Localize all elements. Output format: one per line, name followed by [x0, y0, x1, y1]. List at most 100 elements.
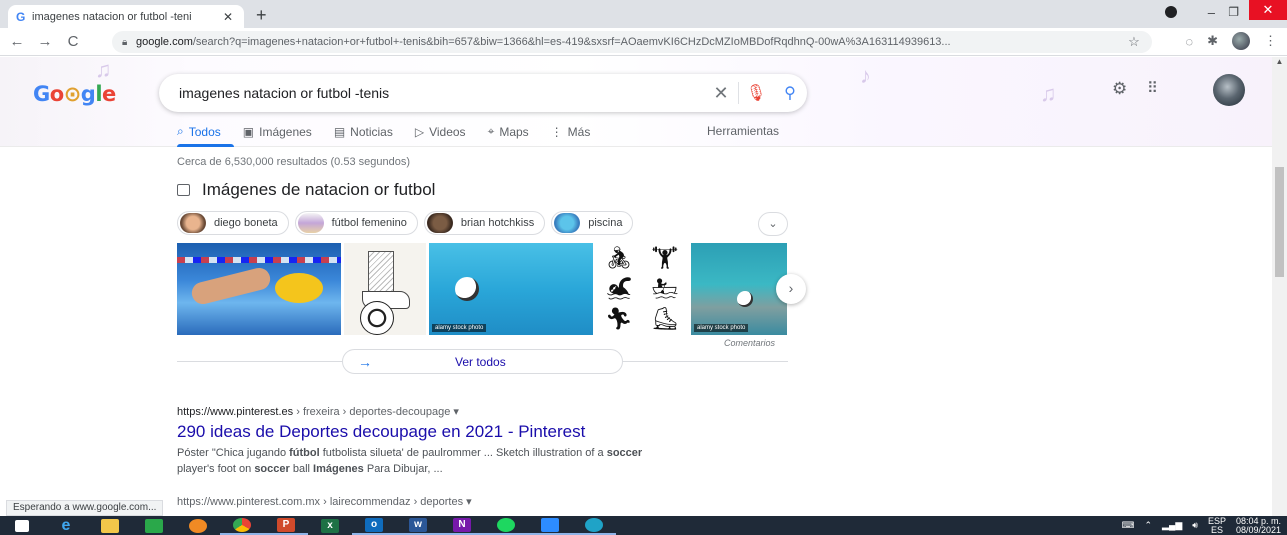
minimize-icon[interactable]: –: [1208, 2, 1215, 22]
address-bar[interactable]: 🔒︎ google.com /search?q=imagenes+natacio…: [112, 31, 1152, 53]
snippet-text: ball: [289, 463, 314, 475]
feedback-link[interactable]: Comentarios: [724, 338, 775, 348]
chip-thumbnail: [426, 213, 453, 233]
image-icon: [177, 184, 190, 196]
result-title-link[interactable]: 290 ideas de Deportes decoupage en 2021 …: [177, 422, 585, 442]
expand-chips-chevron-icon[interactable]: ⌄: [758, 212, 788, 236]
lang-sub: ES: [1210, 524, 1223, 535]
spotify-glyph: [497, 517, 515, 532]
news-icon: ▤: [333, 124, 346, 139]
apps-grid-icon[interactable]: ⠿: [1147, 79, 1158, 97]
see-all-images-button[interactable]: → Ver todos: [342, 349, 623, 374]
chrome-menu-icon[interactable]: ⋮: [1264, 33, 1277, 49]
settings-gear-icon[interactable]: ⚙: [1112, 79, 1127, 99]
onenote-icon[interactable]: N: [440, 516, 484, 535]
reload-icon[interactable]: C: [62, 33, 84, 50]
search-icon[interactable]: ⚲: [773, 83, 807, 103]
folder-glyph: [101, 518, 119, 533]
tools-button[interactable]: Herramientas: [707, 124, 779, 138]
tab-videos[interactable]: ▷ Videos: [415, 124, 466, 139]
clock[interactable]: 08:04 p. m. 08/09/2021: [1236, 516, 1281, 535]
tab-mas[interactable]: ⋮ Más: [551, 124, 591, 139]
logo-letter: o: [49, 82, 64, 106]
google-logo[interactable]: Go⊙gle: [33, 82, 116, 106]
scroll-thumb[interactable]: [1275, 167, 1284, 277]
tab-close-icon[interactable]: ✕: [220, 10, 236, 24]
result2-cite[interactable]: https://www.pinterest.com.mx › lairecomm…: [177, 495, 472, 508]
word-glyph: w: [409, 517, 427, 532]
logo-letter: e: [102, 82, 116, 106]
snippet-bold: Imágenes: [313, 463, 364, 475]
word-icon[interactable]: w: [396, 516, 440, 535]
image-swimmer[interactable]: [177, 243, 341, 335]
network-icon[interactable]: ▂▄▆: [1162, 520, 1182, 531]
tab-label: Maps: [499, 124, 529, 139]
new-tab-icon[interactable]: +: [256, 5, 267, 26]
excel-icon[interactable]: x: [308, 516, 352, 535]
result-stats: Cerca de 6,530,000 resultados (0.53 segu…: [177, 156, 410, 168]
image-pool-edge-ball[interactable]: alamy stock photo: [691, 243, 787, 335]
tab-noticias[interactable]: ▤ Noticias: [334, 124, 393, 139]
doodle-note-icon: ♪: [860, 63, 871, 88]
account-avatar[interactable]: [1213, 74, 1245, 106]
internet-explorer-icon[interactable]: e: [44, 516, 88, 535]
forward-icon[interactable]: →: [34, 33, 56, 50]
lock-icon[interactable]: 🔒︎: [122, 37, 136, 48]
tab-imagenes[interactable]: ▣ Imágenes: [243, 124, 312, 139]
zoom-icon[interactable]: [528, 516, 572, 535]
doodle-note-icon: ♫: [95, 57, 112, 82]
scroll-up-icon[interactable]: ▲: [1272, 57, 1287, 71]
doodle-note-icon: ♫: [1040, 81, 1057, 106]
spotify-icon[interactable]: [484, 516, 528, 535]
chrome-taskbar-icon[interactable]: [220, 516, 264, 535]
google-header: ♫ ♪ ♫ Go⊙gle ✕ 🎙︎ ⚲ ⚙ ⠿ ⌕ Todos ▣ Imágenes…: [0, 57, 1287, 147]
tab-label: Todos: [188, 124, 221, 139]
file-explorer-icon[interactable]: [88, 516, 132, 535]
record-icon[interactable]: [1165, 6, 1177, 18]
profile-avatar[interactable]: [1232, 32, 1250, 50]
back-icon[interactable]: ←: [6, 33, 28, 50]
tab-maps[interactable]: ⌖ Maps: [488, 124, 529, 139]
extension-icon[interactable]: ◌: [1185, 34, 1193, 49]
store-icon[interactable]: [132, 516, 176, 535]
bookmark-star-icon[interactable]: ☆: [1126, 34, 1142, 50]
keyboard-icon[interactable]: ⌨: [1121, 520, 1134, 531]
chip-piscina[interactable]: piscina: [551, 211, 634, 235]
restore-icon[interactable]: ❐: [1228, 2, 1239, 22]
image-sport-pictograms[interactable]: 🚴︎ 🏋︎ 🏊︎ 🚣︎ 🏃︎ ⛸︎: [596, 243, 688, 335]
windows-start-icon[interactable]: [0, 516, 44, 535]
volume-icon[interactable]: 🔊︎: [1192, 520, 1198, 531]
microphone-icon[interactable]: 🎙︎: [739, 83, 773, 103]
result-cite[interactable]: https://www.pinterest.es › frexeira › de…: [177, 405, 459, 418]
puzzle-icon[interactable]: ✱: [1207, 33, 1218, 49]
powerpoint-icon[interactable]: P: [264, 516, 308, 535]
swimmer-arm: [189, 265, 273, 307]
images-section-heading[interactable]: Imágenes de natacion or futbol: [177, 180, 435, 200]
chip-label: fútbol femenino: [331, 217, 407, 229]
window-close-icon[interactable]: ✕: [1249, 0, 1287, 20]
clear-icon[interactable]: ✕: [704, 83, 738, 104]
tray-expand-icon[interactable]: ⌃: [1144, 520, 1152, 531]
search-input[interactable]: [179, 85, 704, 101]
image-soccer-sketch[interactable]: [344, 243, 426, 335]
outlook-icon[interactable]: o: [352, 516, 396, 535]
url-path: /search?q=imagenes+natacion+or+futbol+-t…: [192, 36, 951, 48]
images-heading-text: Imágenes de natacion or futbol: [202, 180, 436, 199]
chip-thumbnail: [554, 213, 581, 233]
chip-futbol-femenino[interactable]: fútbol femenino: [294, 211, 418, 235]
more-vert-icon: ⋮: [550, 124, 563, 139]
image-ball-in-pool[interactable]: alamy stock photo: [429, 243, 593, 335]
stock-badge: alamy stock photo: [694, 324, 749, 332]
next-images-chevron-icon[interactable]: ›: [776, 274, 806, 304]
tab-todos[interactable]: ⌕ Todos: [177, 124, 221, 139]
language-indicator[interactable]: ESP ES: [1208, 516, 1226, 535]
chip-diego-boneta[interactable]: diego boneta: [177, 211, 289, 235]
chip-brian-hotchkiss[interactable]: brian hotchkiss: [423, 211, 546, 235]
extensions-area: ◌ ✱ ⋮: [1185, 32, 1277, 50]
page-scrollbar[interactable]: ▲: [1272, 57, 1287, 516]
excel-glyph: x: [321, 518, 339, 533]
outlook-glyph: o: [365, 517, 383, 532]
firefox-icon[interactable]: [176, 516, 220, 535]
browser-tab[interactable]: G imagenes natacion or futbol -teni ✕: [8, 5, 244, 28]
edge-icon[interactable]: [572, 516, 616, 535]
